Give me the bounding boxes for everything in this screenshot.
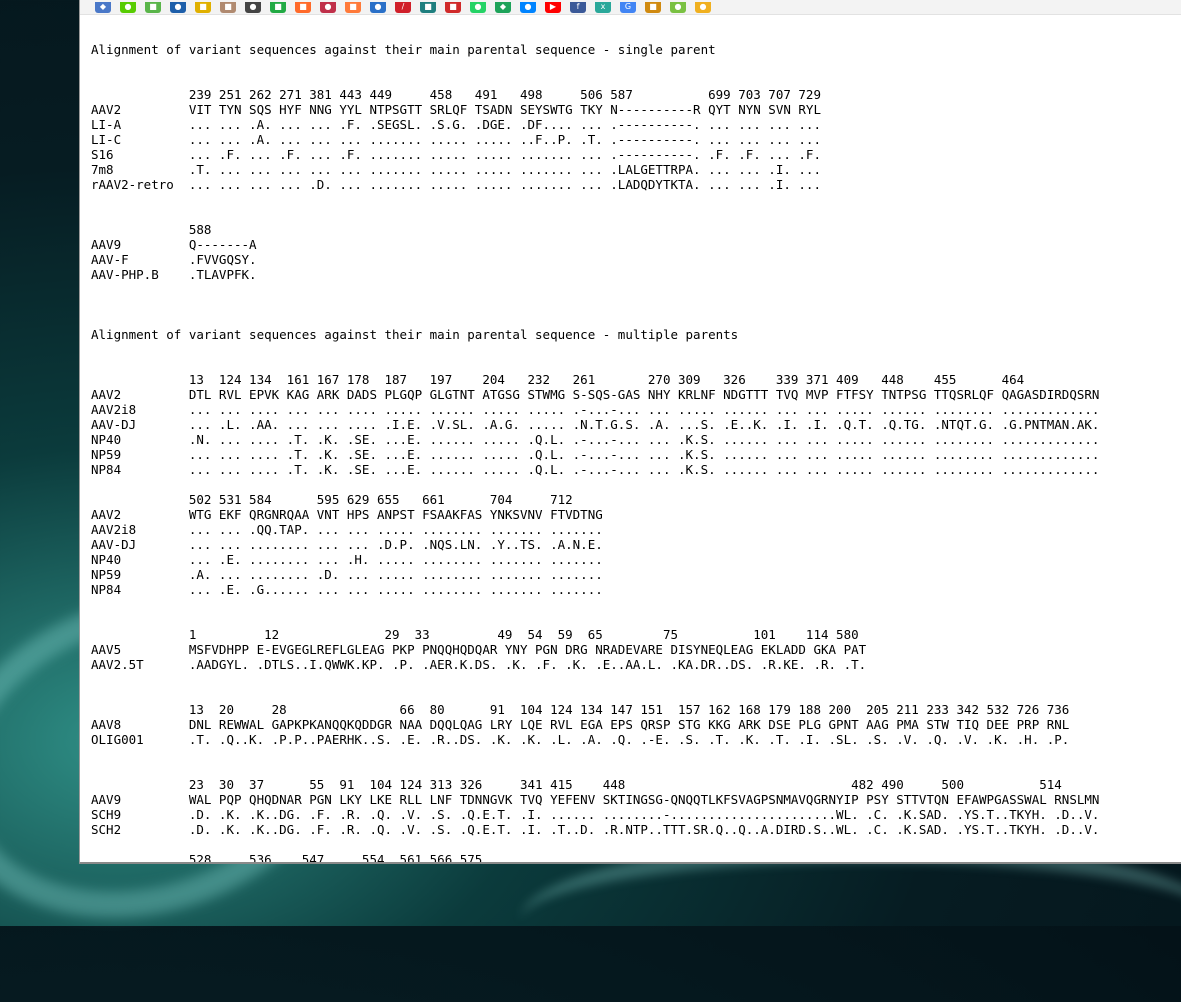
- browser-window: ◆ ● ■ ● ■ ■ ● ■ ■ ● ■ ● / ■ ■ ● ◆ ● ▶ f x G ■ ● ● Alignment of v…: [79, 0, 1181, 864]
- multi-parent-alignment-4: 13 20 28 66 80 91 104 124 134 147 151 15…: [91, 702, 1070, 747]
- multi-parent-alignment-6: 528 536 547 554 561 566 575: [91, 852, 483, 864]
- bookmark-red-slash-icon[interactable]: /: [395, 1, 411, 13]
- bookmark-whatsapp-icon[interactable]: ●: [470, 1, 486, 13]
- multiple-parents-title: Alignment of variant sequences against t…: [91, 327, 739, 342]
- bookmark-blue-ring-icon[interactable]: ●: [370, 1, 386, 13]
- bookmark-youtube-icon[interactable]: ▶: [545, 1, 561, 13]
- bookmarks-bar: ◆ ● ■ ● ■ ■ ● ■ ■ ● ■ ● / ■ ■ ● ◆ ● ▶ f x G ■ ● ●: [80, 0, 1181, 15]
- multi-parent-alignment-1: 13 124 134 161 167 178 187 197 204 232 2…: [91, 372, 1100, 477]
- bookmark-green-app-icon[interactable]: ■: [145, 1, 161, 13]
- bookmark-yellow-badge-icon[interactable]: ■: [195, 1, 211, 13]
- bookmark-green-square-icon[interactable]: ■: [270, 1, 286, 13]
- bookmark-teal-text-icon[interactable]: ■: [420, 1, 436, 13]
- bookmark-orange-square-icon[interactable]: ■: [345, 1, 361, 13]
- bookmark-brown-tile-icon[interactable]: ■: [220, 1, 236, 13]
- bookmark-google-icon[interactable]: G: [620, 1, 636, 13]
- bookmark-teal-x-icon[interactable]: x: [595, 1, 611, 13]
- multi-parent-alignment-5: 23 30 37 55 91 104 124 313 326 341 415 4…: [91, 777, 1100, 837]
- single-parent-alignment-2: 588 AAV9 Q-------A AAV-F .FVVGQSY. AAV-P…: [91, 222, 257, 282]
- bookmark-blue-circle-icon[interactable]: ●: [170, 1, 186, 13]
- single-parent-alignment-1: 239 251 262 271 381 443 449 458 491 498 …: [91, 87, 821, 192]
- bookmark-blue-app-icon[interactable]: ◆: [95, 1, 111, 13]
- wallpaper-wave: [520, 840, 1181, 1002]
- bookmark-messenger-icon[interactable]: ●: [520, 1, 536, 13]
- bookmark-dark-circle-icon[interactable]: ●: [245, 1, 261, 13]
- multi-parent-alignment-3: 1 12 29 33 49 54 59 65 75 101 114 580 AA…: [91, 627, 867, 672]
- alignment-document: Alignment of variant sequences against t…: [91, 42, 1181, 862]
- bookmark-green-bird-icon[interactable]: ●: [670, 1, 686, 13]
- bookmark-facebook-icon[interactable]: f: [570, 1, 586, 13]
- multi-parent-alignment-2: 502 531 584 595 629 655 661 704 712 AAV2…: [91, 492, 603, 597]
- single-parent-title: Alignment of variant sequences against t…: [91, 42, 716, 57]
- bookmark-red-circle-icon[interactable]: ●: [320, 1, 336, 13]
- bookmark-red-lock-icon[interactable]: ■: [445, 1, 461, 13]
- bookmark-orange-tile-icon[interactable]: ■: [295, 1, 311, 13]
- bookmark-yellow-swirl-icon[interactable]: ●: [695, 1, 711, 13]
- bookmark-green-map-icon[interactable]: ◆: [495, 1, 511, 13]
- bookmark-orange-sign-icon[interactable]: ■: [645, 1, 661, 13]
- bookmark-duolingo-icon[interactable]: ●: [120, 1, 136, 13]
